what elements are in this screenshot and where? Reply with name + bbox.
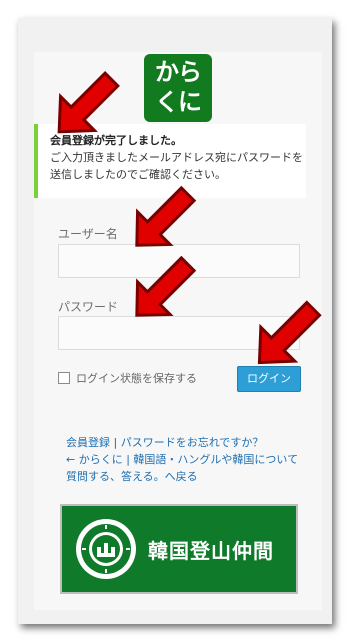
arrow-to-message-icon [57,71,120,134]
banner-text: 韓国登山仲間 [148,538,274,563]
logo-line1: から [155,58,202,86]
korea-hiking-banner[interactable]: 韓国登山仲間 [60,504,298,594]
password-label: パスワード [58,300,119,314]
back-to-site-link[interactable]: ← からくに | 韓国語・ハングルや韓国について [66,451,298,468]
logo-line2: くに [155,88,202,116]
link-separator: | [113,436,118,449]
arrow-to-password-icon [135,255,197,317]
mountain-seal-icon [76,519,136,579]
footer-links: 会員登録 | パスワードをお忘れですか？ ← からくに | 韓国語・ハングルや韓… [66,434,298,485]
remember-checkbox[interactable] [58,372,70,384]
site-logo[interactable]: から くに [144,54,212,122]
username-label: ユーザー名 [58,227,118,241]
back-to-site-link-line2[interactable]: 質問する、答える。へ戻る [66,468,298,485]
register-link[interactable]: 会員登録 [66,436,110,449]
remember-me[interactable]: ログイン状態を保存する [58,370,197,386]
forgot-password-link[interactable]: パスワードをお忘れですか？ [121,436,264,449]
message-line1: ご入力頂きましたメールアドレス宛にパスワードを [50,151,303,164]
arrow-to-login-button-icon [257,300,322,365]
remember-label: ログイン状態を保存する [76,372,197,385]
